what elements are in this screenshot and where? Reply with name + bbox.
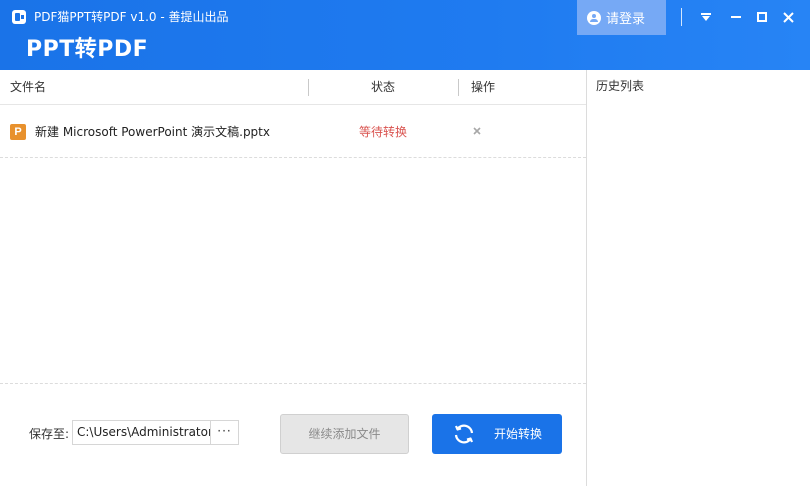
column-divider xyxy=(308,79,309,96)
minimize-button[interactable] xyxy=(726,6,746,28)
table-row[interactable]: P 新建 Microsoft PowerPoint 演示文稿.pptx 等待转换 xyxy=(0,106,586,158)
browse-folder-button[interactable]: ··· xyxy=(210,420,239,445)
column-header-filename: 文件名 xyxy=(10,80,47,94)
add-more-files-button[interactable]: 继续添加文件 xyxy=(280,414,409,454)
ppt-file-icon: P xyxy=(10,124,26,140)
column-header-status: 状态 xyxy=(371,80,396,94)
close-icon xyxy=(782,11,794,23)
history-panel: 历史列表 xyxy=(586,70,810,486)
start-convert-button[interactable]: 开始转换 xyxy=(432,414,562,454)
maximize-button[interactable] xyxy=(752,6,772,28)
file-status: 等待转换 xyxy=(359,125,408,139)
footer-divider xyxy=(0,383,586,384)
save-path-field[interactable]: C:\Users\Administrator xyxy=(72,420,211,445)
login-label: 请登录 xyxy=(606,12,646,27)
menu-dropdown-icon xyxy=(701,13,711,21)
file-name: 新建 Microsoft PowerPoint 演示文稿.pptx xyxy=(35,125,270,139)
menu-dropdown-button[interactable] xyxy=(696,6,716,28)
remove-icon xyxy=(473,127,481,135)
window-title: PDF猫PPT转PDF v1.0 - 善提山出品 xyxy=(34,10,229,24)
app-logo-icon xyxy=(12,10,26,24)
save-to-label: 保存至: xyxy=(29,427,70,441)
app-header: PDF猫PPT转PDF v1.0 - 善提山出品 PPT转PDF 请登录 xyxy=(0,0,810,70)
history-title: 历史列表 xyxy=(596,79,645,93)
close-button[interactable] xyxy=(778,6,798,28)
column-header-action: 操作 xyxy=(471,80,496,94)
login-button[interactable]: 请登录 xyxy=(577,0,666,35)
column-divider xyxy=(458,79,459,96)
file-list-panel: 文件名 状态 操作 P 新建 Microsoft PowerPoint 演示文稿… xyxy=(0,70,586,486)
refresh-icon xyxy=(454,424,474,444)
maximize-icon xyxy=(757,12,767,22)
start-convert-label: 开始转换 xyxy=(494,427,543,441)
window-controls-divider xyxy=(681,8,682,26)
table-header: 文件名 状态 操作 xyxy=(0,70,586,105)
remove-file-button[interactable] xyxy=(471,125,483,137)
user-icon xyxy=(587,10,601,25)
minimize-icon xyxy=(731,16,741,18)
brand-title: PPT转PDF xyxy=(26,37,149,62)
